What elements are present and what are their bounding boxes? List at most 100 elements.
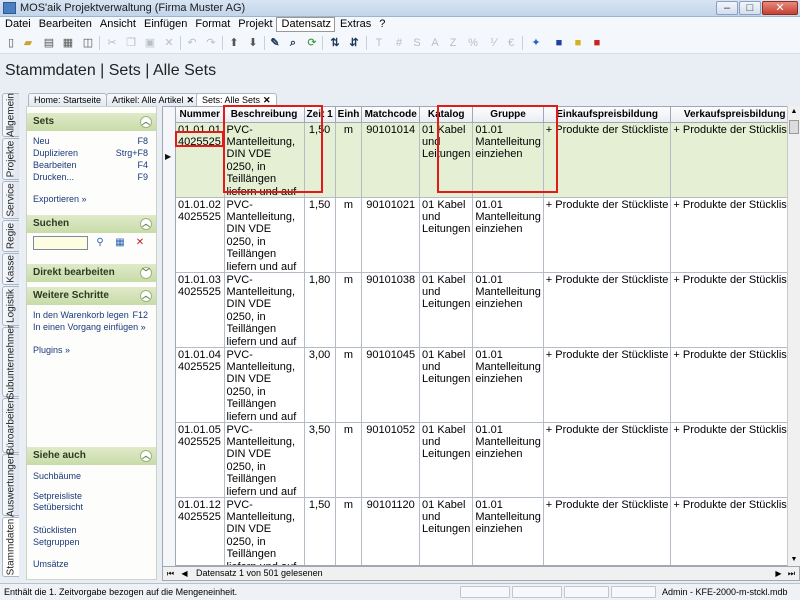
cell-beschreibung[interactable]: PVC-Mantelleitung, DIN VDE 0250, in Teil… xyxy=(224,347,305,423)
move-down-icon[interactable]: ⬇ xyxy=(245,35,261,51)
cell-matchcode[interactable]: 90101014 xyxy=(361,122,421,198)
collapse-icon[interactable]: ︿ xyxy=(140,116,152,128)
doc-tab-artikel[interactable]: Artikel: Alle Artikel ✕ xyxy=(106,93,201,106)
action-drucken[interactable]: Drucken... xyxy=(33,172,74,182)
minimize-button[interactable]: – xyxy=(716,1,738,15)
cell-matchcode[interactable]: 90101120 xyxy=(361,497,421,565)
cell-nummer[interactable]: 01.01.05 4025525 xyxy=(176,422,225,498)
cell-verkaufspreisbildung[interactable]: + Produkte der Stückliste xyxy=(670,122,799,198)
cell-einkaufspreisbildung[interactable]: + Produkte der Stückliste xyxy=(543,347,672,423)
cell-einh[interactable]: m xyxy=(335,197,363,273)
table-row[interactable]: 01.01.03 4025525 PVC-Mantelleitung, DIN VD… xyxy=(176,272,799,348)
format-currency-icon[interactable]: € xyxy=(503,35,519,51)
find-icon[interactable]: ⌕ xyxy=(285,35,301,51)
vtab-auswertungen[interactable]: Auswertungen xyxy=(2,453,19,517)
action-warenkorb[interactable]: In den Warenkorb legen xyxy=(33,310,129,320)
cell-einkaufspreisbildung[interactable]: + Produkte der Stückliste xyxy=(543,272,672,348)
clear-search-icon[interactable]: ✕ xyxy=(133,236,147,250)
cell-gruppe[interactable]: 01.01 Mantelleitung einziehen xyxy=(472,497,544,565)
cell-zeit[interactable]: 1,50 xyxy=(304,122,336,198)
column-header-katalog[interactable]: Katalog xyxy=(419,107,474,123)
lock-red-icon[interactable]: ■ xyxy=(589,35,605,51)
sets-section-header[interactable]: Sets ︿ xyxy=(27,113,156,131)
vtab-bueroarbeiten[interactable]: Büroarbeiten xyxy=(2,397,19,454)
column-header-matchcode[interactable]: Matchcode xyxy=(361,107,421,123)
format-s-icon[interactable]: S xyxy=(409,35,425,51)
copy-icon[interactable]: ❐ xyxy=(123,35,139,51)
cell-matchcode[interactable]: 90101052 xyxy=(361,422,421,498)
vtab-projekte[interactable]: Projekte xyxy=(2,138,19,180)
cell-einh[interactable]: m xyxy=(335,122,363,198)
menu-format[interactable]: Format xyxy=(190,17,233,32)
lock-blue-icon[interactable]: ■ xyxy=(551,35,567,51)
maximize-button[interactable]: □ xyxy=(739,1,761,15)
menu-projekt[interactable]: Projekt xyxy=(233,17,275,32)
cell-nummer[interactable]: 01.01.03 4025525 xyxy=(176,272,225,348)
format-number-icon[interactable]: # xyxy=(391,35,407,51)
paste-icon[interactable]: ▣ xyxy=(142,35,158,51)
vtab-subunternehmer[interactable]: Subunternehmer xyxy=(2,325,19,399)
delete-icon[interactable]: ✕ xyxy=(161,35,177,51)
cell-einh[interactable]: m xyxy=(335,422,363,498)
direct-edit-section-header[interactable]: Direkt bearbeiten ﹀ xyxy=(27,264,156,282)
lock-yellow-icon[interactable]: ■ xyxy=(570,35,586,51)
see-also-section-header[interactable]: Siehe auch ︿ xyxy=(27,447,156,465)
undo-icon[interactable]: ↶ xyxy=(184,35,200,51)
close-window-button[interactable]: ✕ xyxy=(762,1,798,15)
cell-nummer[interactable]: 01.01.01 4025525 xyxy=(176,122,225,198)
cell-zeit[interactable]: 3,00 xyxy=(304,347,336,423)
menu-einfuegen[interactable]: Einfügen xyxy=(139,17,190,32)
cell-verkaufspreisbildung[interactable]: + Produkte der Stückliste xyxy=(670,422,799,498)
format-percent-icon[interactable]: % xyxy=(465,35,481,51)
column-header-einkaufspreisbildung[interactable]: Einkaufspreisbildung xyxy=(543,107,672,123)
menu-extras[interactable]: Extras xyxy=(335,17,374,32)
cell-verkaufspreisbildung[interactable]: + Produkte der Stückliste xyxy=(670,197,799,273)
cell-verkaufspreisbildung[interactable]: + Produkte der Stückliste xyxy=(670,497,799,565)
format-z-icon[interactable]: Z xyxy=(445,35,461,51)
cell-einh[interactable]: m xyxy=(335,497,363,565)
column-header-einh[interactable]: Einh xyxy=(335,107,363,123)
collapse-icon[interactable]: ︿ xyxy=(140,450,152,462)
close-tab-icon[interactable]: ✕ xyxy=(187,95,195,105)
cell-katalog[interactable]: 01 Kabel und Leitungen xyxy=(419,347,474,423)
doc-tab-sets[interactable]: Sets: Alle Sets ✕ xyxy=(196,93,277,106)
action-neu[interactable]: Neu xyxy=(33,136,50,146)
cell-katalog[interactable]: 01 Kabel und Leitungen xyxy=(419,422,474,498)
search-input[interactable] xyxy=(33,236,88,250)
next-steps-section-header[interactable]: Weitere Schritte ︿ xyxy=(27,287,156,305)
link-setpreisliste[interactable]: Setpreisliste xyxy=(33,491,82,501)
users-icon[interactable]: ✦ xyxy=(528,35,544,51)
cut-icon[interactable]: ✂ xyxy=(104,35,120,51)
cell-verkaufspreisbildung[interactable]: + Produkte der Stückliste xyxy=(670,272,799,348)
expand-icon[interactable]: ﹀ xyxy=(140,267,152,279)
action-plugins[interactable]: Plugins » xyxy=(33,345,70,355)
search-section-header[interactable]: Suchen ︿ xyxy=(27,215,156,233)
search-tree-icon[interactable]: ▦ xyxy=(113,236,127,250)
column-header-zeit[interactable]: Zeit 1 xyxy=(304,107,336,123)
cell-zeit[interactable]: 1,50 xyxy=(304,197,336,273)
menu-help[interactable]: ? xyxy=(374,17,388,32)
open-folder-icon[interactable]: ▰ xyxy=(20,35,36,51)
cell-einkaufspreisbildung[interactable]: + Produkte der Stückliste xyxy=(543,422,672,498)
next-record-icon[interactable]: ▶ xyxy=(773,568,784,579)
cell-einkaufspreisbildung[interactable]: + Produkte der Stückliste xyxy=(543,122,672,198)
cell-beschreibung[interactable]: PVC-Mantelleitung, DIN VDE 0250, in Teil… xyxy=(224,497,305,565)
cell-einkaufspreisbildung[interactable]: + Produkte der Stückliste xyxy=(543,497,672,565)
cell-katalog[interactable]: 01 Kabel und Leitungen xyxy=(419,122,474,198)
cell-beschreibung[interactable]: PVC-Mantelleitung, DIN VDE 0250, in Teil… xyxy=(224,272,305,348)
cell-nummer[interactable]: 01.01.02 4025525 xyxy=(176,197,225,273)
format-fraction-icon[interactable]: ⅟ xyxy=(485,35,501,51)
cell-verkaufspreisbildung[interactable]: + Produkte der Stückliste xyxy=(670,347,799,423)
cell-matchcode[interactable]: 90101021 xyxy=(361,197,421,273)
menu-datei[interactable]: Datei xyxy=(0,17,34,32)
link-setgruppen[interactable]: Setgruppen xyxy=(33,537,80,547)
vtab-allgemein[interactable]: Allgemein xyxy=(2,93,19,137)
cell-gruppe[interactable]: 01.01 Mantelleitung einziehen xyxy=(472,272,544,348)
scroll-down-icon[interactable]: ▼ xyxy=(788,554,800,566)
format-a-icon[interactable]: A xyxy=(427,35,443,51)
edit-icon[interactable]: ✎ xyxy=(267,35,283,51)
cell-beschreibung[interactable]: PVC-Mantelleitung, DIN VDE 0250, in Teil… xyxy=(224,422,305,498)
action-duplizieren[interactable]: Duplizieren xyxy=(33,148,78,158)
menu-datensatz[interactable]: Datensatz xyxy=(275,17,336,32)
first-record-icon[interactable]: ⏮ xyxy=(165,568,176,579)
